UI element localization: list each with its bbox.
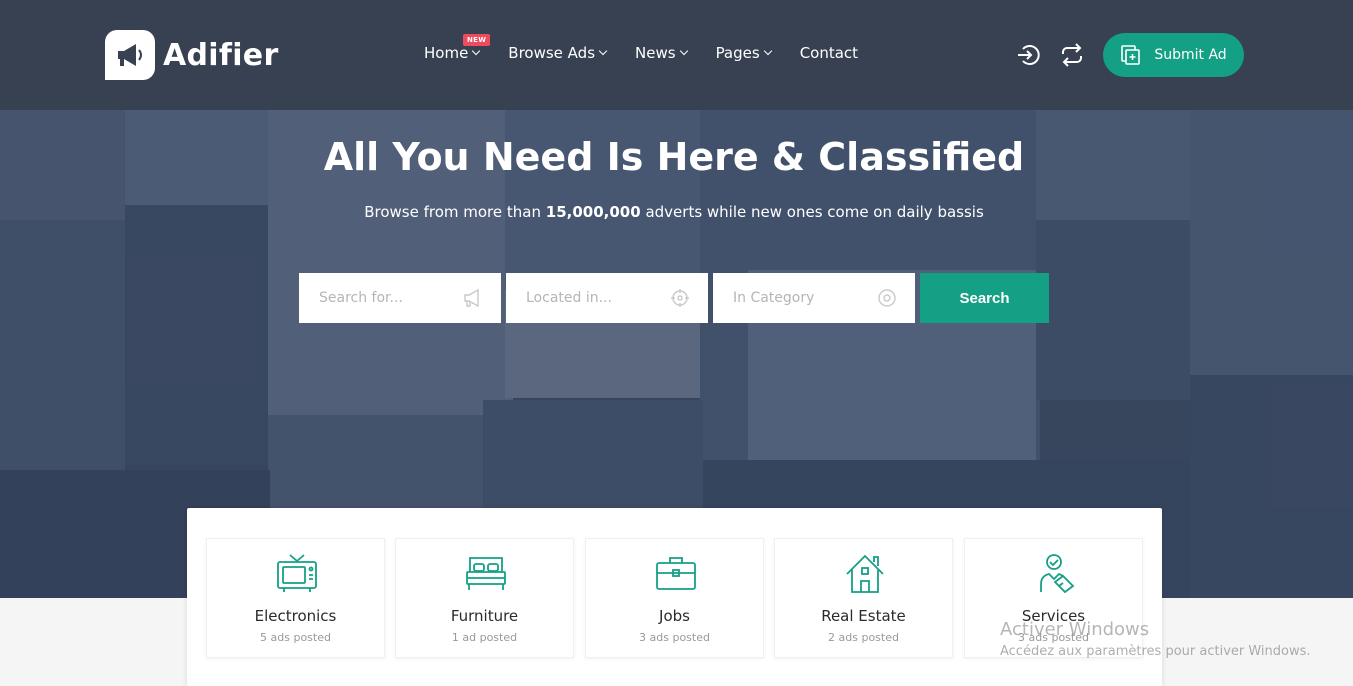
search-button[interactable]: Search — [920, 273, 1049, 323]
nav-home[interactable]: Home NEW — [424, 34, 491, 62]
category-select[interactable] — [733, 290, 873, 306]
logo-text: Adifier — [163, 37, 279, 73]
nav-home-label: Home — [424, 44, 469, 62]
category-name: Real Estate — [821, 607, 906, 625]
categories-panel: Electronics 5 ads posted Furniture 1 ad … — [187, 508, 1162, 686]
crosshair-icon — [671, 289, 689, 307]
category-name: Furniture — [450, 607, 519, 625]
new-badge: NEW — [463, 34, 491, 46]
chevron-down-icon — [598, 46, 608, 56]
location-field — [506, 273, 708, 323]
category-count: 5 ads posted — [260, 631, 331, 644]
nav-news-label: News — [635, 44, 676, 62]
nav-browse-ads[interactable]: Browse Ads — [508, 44, 608, 62]
bed-icon — [466, 557, 506, 590]
megaphone-icon — [464, 288, 479, 308]
category-name: Jobs — [659, 607, 690, 625]
category-name: Electronics — [254, 607, 337, 625]
search-input[interactable] — [319, 290, 459, 306]
target-icon — [878, 289, 896, 307]
nav-pages[interactable]: Pages — [715, 44, 772, 62]
logo[interactable]: Adifier — [105, 30, 279, 80]
hero-subtitle-after: adverts while new ones come on daily bas… — [645, 203, 984, 221]
briefcase-icon — [656, 557, 696, 590]
house-icon — [846, 554, 884, 593]
hero-subtitle-count: 15,000,000 — [545, 203, 641, 221]
login-icon[interactable] — [1015, 41, 1043, 69]
megaphone-icon — [105, 30, 155, 80]
keyword-field — [299, 273, 501, 323]
nav-contact-label: Contact — [799, 44, 859, 62]
location-input[interactable] — [526, 290, 666, 306]
swap-icon[interactable] — [1058, 41, 1086, 69]
category-card-jobs[interactable]: Jobs 3 ads posted — [585, 538, 764, 658]
category-count: 2 ads posted — [828, 631, 899, 644]
nav-news[interactable]: News — [635, 44, 688, 62]
category-count: 1 ad posted — [451, 631, 518, 644]
nav-browse-ads-label: Browse Ads — [508, 44, 596, 62]
category-field — [713, 273, 915, 323]
nav-contact[interactable]: Contact — [800, 44, 858, 62]
chevron-down-icon — [679, 46, 688, 56]
category-card-furniture[interactable]: Furniture 1 ad posted — [395, 538, 574, 658]
submit-ad-label: Submit Ad — [1154, 47, 1227, 63]
windows-watermark-title: Activer Windows — [1000, 619, 1150, 640]
chevron-down-icon — [472, 46, 481, 56]
category-card-electronics[interactable]: Electronics 5 ads posted — [206, 538, 385, 658]
hero-subtitle: Browse from more than 15,000,000 adverts… — [0, 203, 1348, 221]
category-card-real-estate[interactable]: Real Estate 2 ads posted — [774, 538, 953, 658]
main-nav: Home NEW Browse Ads News Pages Contact — [424, 34, 887, 62]
windows-watermark-text: Accédez aux paramètres pour activer Wind… — [1000, 644, 1311, 659]
category-count: 3 ads posted — [639, 631, 710, 644]
tv-icon — [277, 554, 317, 592]
nav-pages-label: Pages — [715, 44, 760, 62]
service-person-icon — [1040, 554, 1075, 594]
site-header: Adifier Home NEW Browse Ads News Pages C… — [0, 0, 1353, 110]
add-document-icon — [1121, 45, 1141, 65]
chevron-down-icon — [763, 46, 772, 56]
category-card-services[interactable]: Services 3 ads posted — [964, 538, 1143, 658]
hero-subtitle-before: Browse from more than — [364, 203, 541, 221]
hero-title: All You Need Is Here & Classified — [323, 135, 1025, 179]
submit-ad-button[interactable]: Submit Ad — [1103, 33, 1244, 77]
